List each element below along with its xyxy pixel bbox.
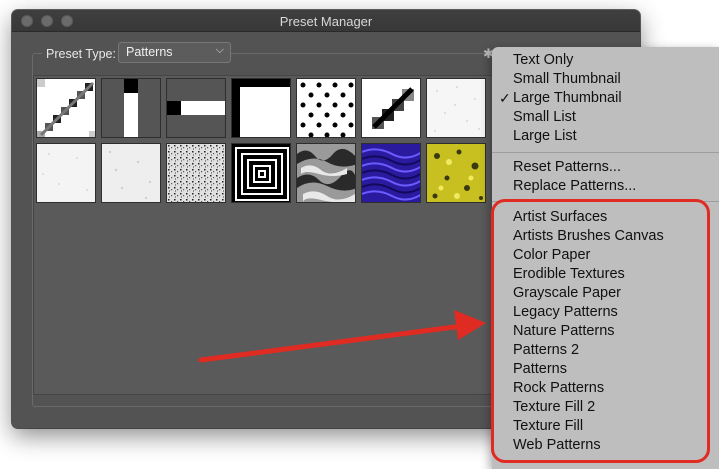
annotation-arrow-icon	[198, 310, 486, 363]
